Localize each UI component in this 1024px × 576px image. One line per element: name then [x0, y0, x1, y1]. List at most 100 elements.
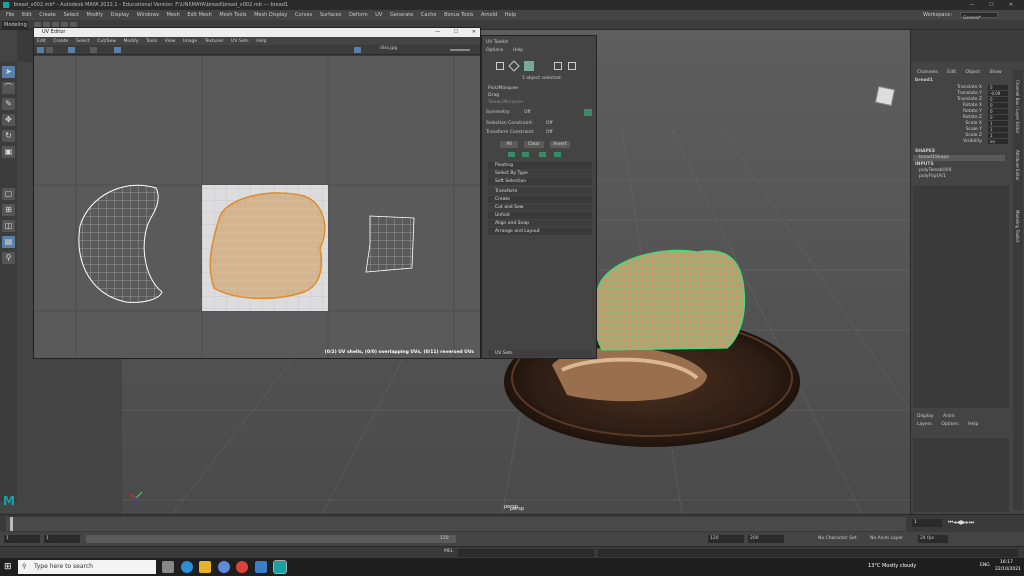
- menu-create[interactable]: Create: [39, 12, 56, 18]
- section-align-and-snap[interactable]: Align and Snap: [488, 220, 592, 227]
- file-explorer-icon[interactable]: [199, 561, 212, 573]
- grow-selection-icon[interactable]: [508, 152, 515, 157]
- input-node[interactable]: polyTweakUV4: [919, 168, 952, 173]
- menu-bonus-tools[interactable]: Bonus Tools: [444, 12, 473, 18]
- four-view-icon[interactable]: ⊞: [2, 204, 15, 216]
- windows-start-icon[interactable]: ⊞: [4, 562, 14, 572]
- app-icon[interactable]: [217, 561, 230, 573]
- layer-menu-layers[interactable]: Layers: [917, 422, 932, 427]
- mel-label[interactable]: MEL: [444, 549, 453, 554]
- section-create[interactable]: Create: [488, 196, 592, 203]
- select-all-button[interactable]: All: [500, 141, 518, 148]
- section-pivoting[interactable]: Pivoting: [488, 162, 592, 169]
- mode-drag[interactable]: Drag: [488, 93, 499, 98]
- attr-value[interactable]: 1: [988, 127, 1008, 132]
- menuset-dropdown[interactable]: Modeling: [2, 21, 28, 29]
- uv-menu-select[interactable]: Select: [76, 39, 90, 44]
- layer-tab-anim[interactable]: Anim: [943, 414, 955, 419]
- toolkit-menu-options[interactable]: Options: [486, 48, 503, 53]
- range-start-field[interactable]: 1: [4, 535, 40, 543]
- section-cut-and-sew[interactable]: Cut and Sew: [488, 204, 592, 211]
- current-frame-field[interactable]: 1: [912, 519, 942, 527]
- uv-mode-icon[interactable]: [554, 62, 562, 70]
- attr-value[interactable]: 0: [988, 103, 1008, 108]
- attr-label[interactable]: Scale Z: [898, 133, 982, 138]
- menu-mesh-display[interactable]: Mesh Display: [254, 12, 287, 18]
- menu-edit[interactable]: Edit: [22, 12, 32, 18]
- mode-pick-marquee[interactable]: Pick/Marquee: [488, 86, 518, 91]
- attr-label[interactable]: Scale X: [898, 121, 982, 126]
- character-set-dropdown[interactable]: No Character Set: [818, 535, 857, 543]
- task-view-icon[interactable]: [162, 561, 174, 573]
- menu-display[interactable]: Display: [111, 12, 129, 18]
- attr-label[interactable]: Rotate Z: [898, 115, 982, 120]
- range-start-inner-field[interactable]: 1: [44, 535, 80, 543]
- tab-edit[interactable]: Edit: [947, 70, 956, 75]
- uv-close-button[interactable]: ✕: [472, 29, 476, 35]
- menu-modify[interactable]: Modify: [87, 12, 104, 18]
- range-bar[interactable]: [86, 535, 456, 543]
- vertex-mode-icon[interactable]: [508, 60, 520, 72]
- close-button[interactable]: ✕: [1002, 0, 1020, 10]
- menu-select[interactable]: Select: [63, 12, 78, 18]
- tab-object[interactable]: Object: [965, 70, 980, 75]
- workspace-dropdown[interactable]: General*: [960, 12, 998, 20]
- attr-label[interactable]: Rotate X: [898, 103, 982, 108]
- exposure-slider[interactable]: [450, 49, 470, 51]
- uv-menu-uvsets[interactable]: UV Sets: [231, 39, 249, 44]
- layer-tab-display[interactable]: Display: [917, 414, 934, 419]
- uv-shaded-icon[interactable]: [90, 47, 97, 53]
- current-time-indicator[interactable]: [10, 517, 13, 531]
- section-transform[interactable]: Transform: [488, 188, 592, 195]
- time-slider-track[interactable]: [6, 517, 906, 531]
- single-view-icon[interactable]: ▢: [2, 188, 15, 200]
- anim-layer-dropdown[interactable]: No Anim Layer: [870, 535, 903, 543]
- photos-icon[interactable]: [254, 561, 267, 573]
- menu-uv[interactable]: UV: [375, 12, 382, 18]
- menu-curves[interactable]: Curves: [295, 12, 312, 18]
- symmetry-value[interactable]: Off: [524, 110, 531, 115]
- chrome-icon[interactable]: [236, 561, 249, 573]
- menu-generate[interactable]: Generate: [390, 12, 413, 18]
- section-soft-selection[interactable]: Soft Selection: [488, 178, 592, 185]
- texture-name[interactable]: diss.jpg: [380, 46, 397, 51]
- side-tab-attribute-editor[interactable]: Attribute Editor: [1015, 150, 1020, 181]
- menu-file[interactable]: File: [6, 12, 14, 18]
- rotate-tool-icon[interactable]: ↻: [2, 130, 15, 142]
- clock-time[interactable]: 16:17: [1000, 560, 1013, 565]
- range-end-field[interactable]: 120: [708, 535, 744, 543]
- menu-mesh[interactable]: Mesh: [167, 12, 180, 18]
- uv-menu-image[interactable]: Image: [183, 39, 197, 44]
- go-to-end-icon[interactable]: ⏭: [969, 519, 974, 526]
- toolkit-menu-help[interactable]: Help: [513, 48, 523, 53]
- invert-button[interactable]: Invert: [550, 141, 570, 148]
- search-icon[interactable]: ⚲: [2, 252, 15, 264]
- shrink-selection-icon[interactable]: [522, 152, 529, 157]
- uv-menu-modify[interactable]: Modify: [124, 39, 139, 44]
- side-tab-modeling-toolkit[interactable]: Modeling Toolkit: [1015, 210, 1020, 242]
- attr-label[interactable]: Translate X: [898, 85, 982, 90]
- command-input[interactable]: [458, 549, 594, 557]
- layer-menu-options[interactable]: Options: [941, 422, 958, 427]
- symmetry-icon[interactable]: [584, 109, 592, 116]
- input-node[interactable]: polyFlipUV1: [919, 174, 946, 179]
- attr-label[interactable]: Translate Z: [898, 97, 982, 102]
- two-view-icon[interactable]: ◫: [2, 220, 15, 232]
- edge-icon[interactable]: [180, 561, 193, 573]
- menu-windows[interactable]: Windows: [137, 12, 159, 18]
- lasso-tool-icon[interactable]: ⌒: [2, 82, 15, 94]
- attr-value[interactable]: 0: [988, 85, 1008, 90]
- shape-node[interactable]: bread1Shape: [913, 155, 1005, 161]
- menu-arnold[interactable]: Arnold: [481, 12, 497, 18]
- attr-label[interactable]: Rotate Y: [898, 109, 982, 114]
- menu-help[interactable]: Help: [505, 12, 516, 18]
- paint-select-icon[interactable]: ✎: [2, 98, 15, 110]
- tab-show[interactable]: Show: [990, 70, 1002, 75]
- uv-menu-help[interactable]: Help: [256, 39, 266, 44]
- attr-value[interactable]: 0: [988, 115, 1008, 120]
- weather-widget[interactable]: 13°C Mostly cloudy: [868, 563, 916, 569]
- object-mode-icon[interactable]: [496, 62, 504, 70]
- taskbar-search-box[interactable]: ⚲ Type here to search: [18, 560, 156, 574]
- layer-menu-help[interactable]: Help: [968, 422, 978, 427]
- texture-toggle-icon[interactable]: [354, 47, 361, 53]
